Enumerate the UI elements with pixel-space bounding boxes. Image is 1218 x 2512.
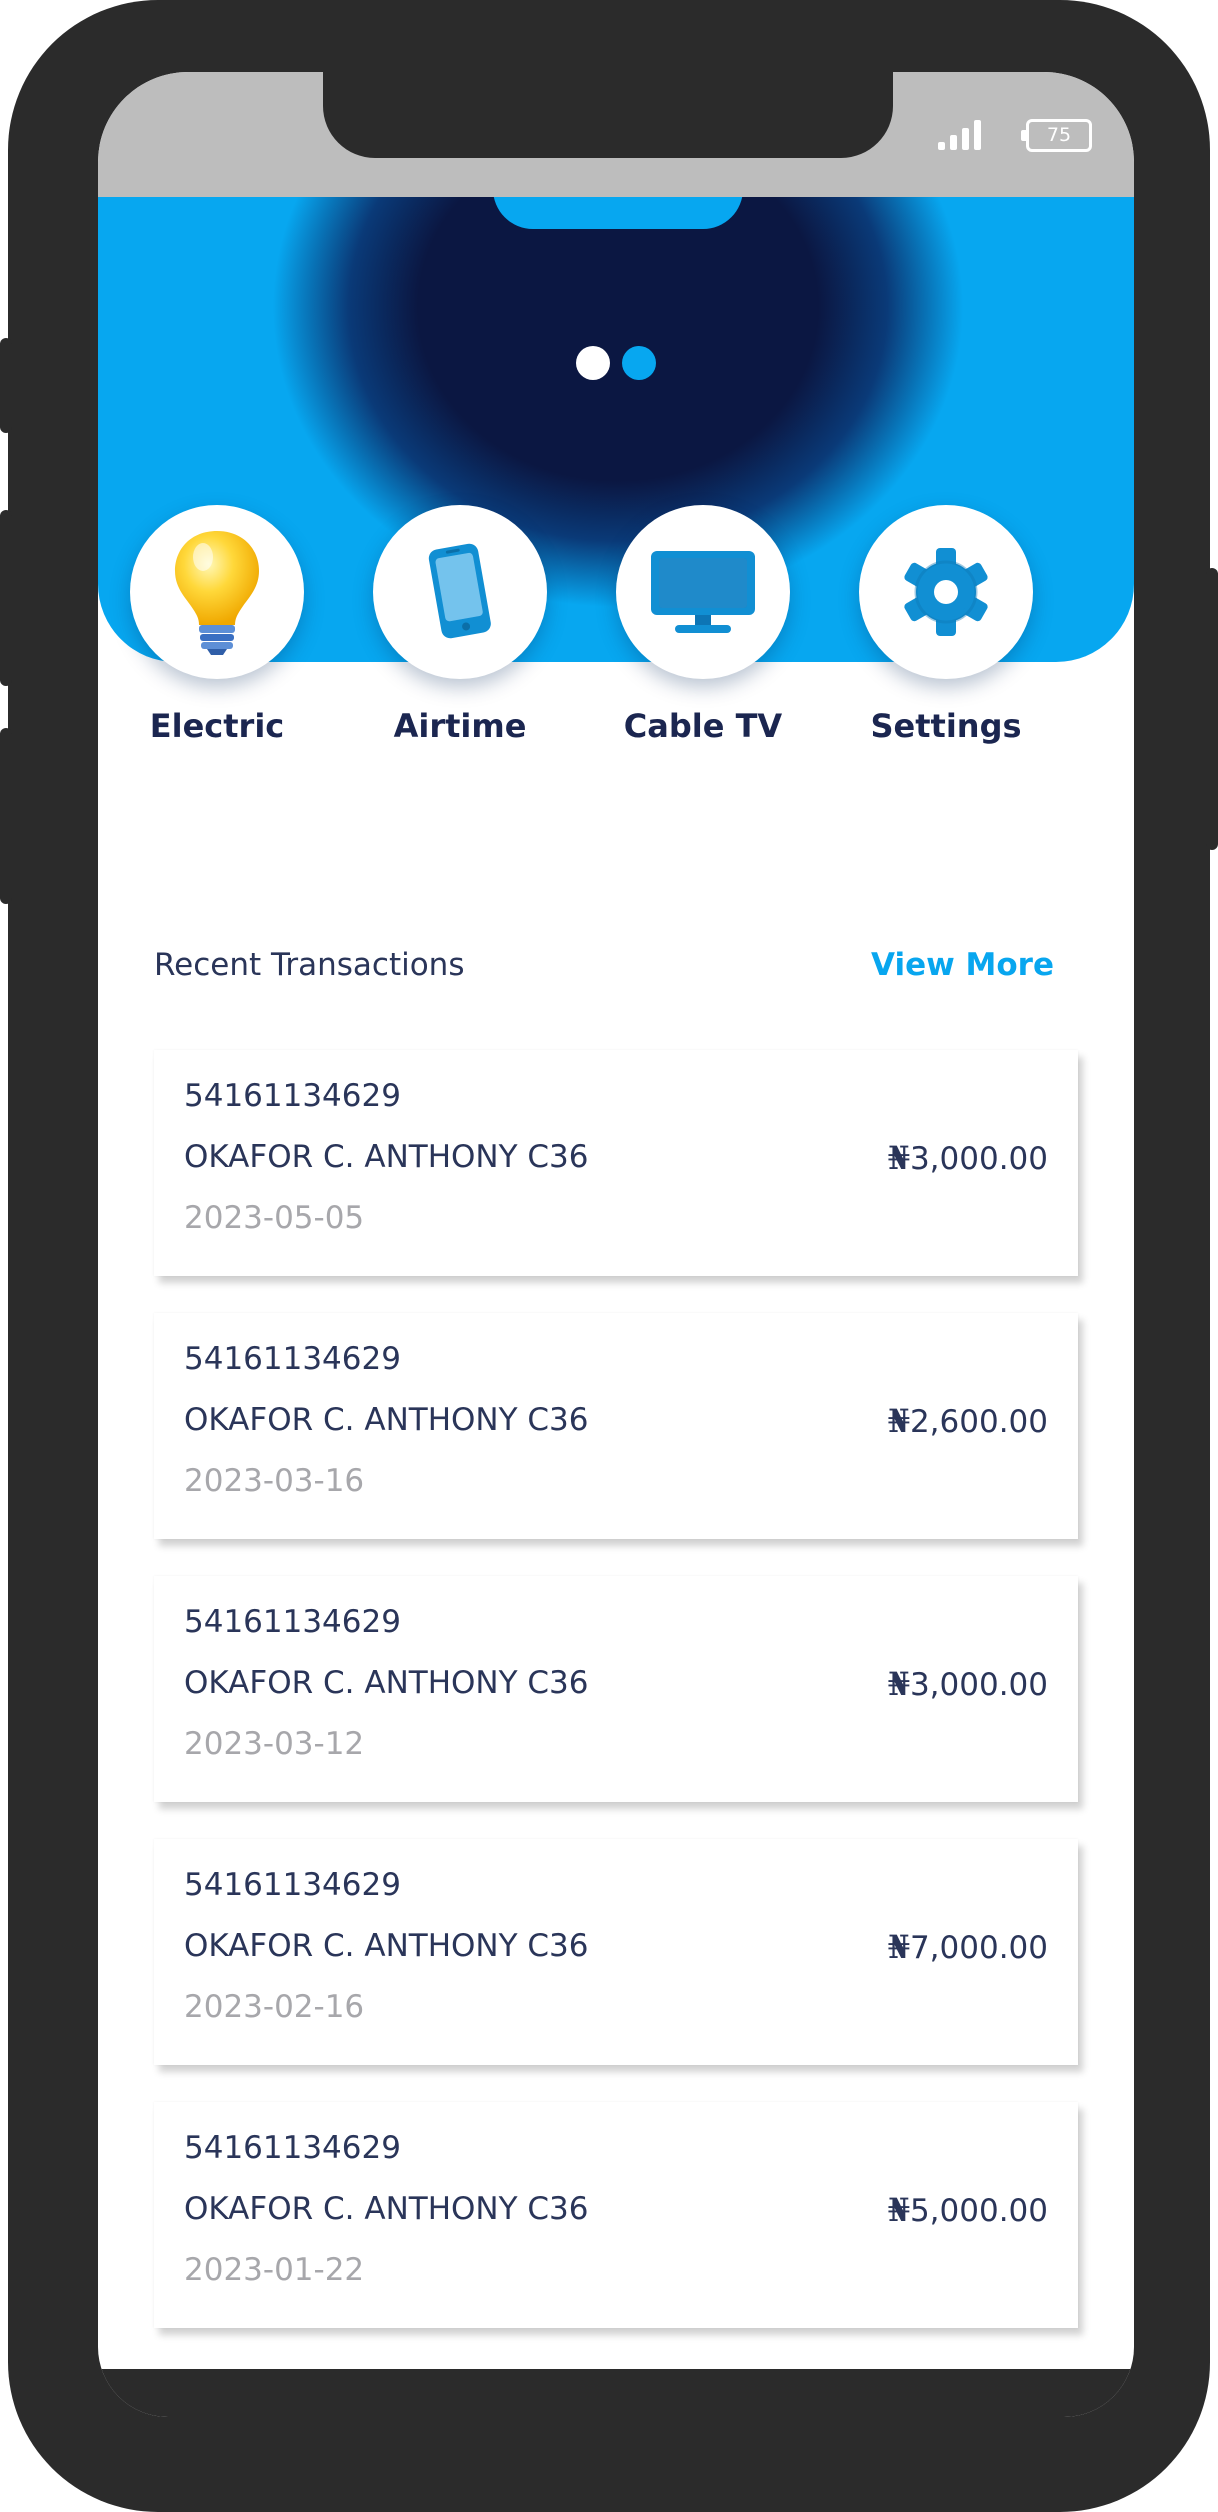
power-button — [1206, 568, 1218, 850]
naira-symbol: ₦ — [887, 2191, 910, 2229]
camera-notch — [323, 72, 893, 158]
service-airtime[interactable]: Airtime — [345, 505, 575, 745]
transaction-amount: ₦3,000.00 — [888, 1665, 1048, 1703]
account-number: 54161134629 — [184, 1604, 401, 1640]
amount-value: 3,000.00 — [909, 1667, 1048, 1703]
service-label: Electric — [149, 707, 285, 745]
customer-name: OKAFOR C. ANTHONY C36 — [184, 1139, 589, 1175]
customer-name: OKAFOR C. ANTHONY C36 — [184, 1928, 589, 1964]
account-number: 54161134629 — [184, 1341, 401, 1377]
service-circle[interactable] — [616, 505, 790, 679]
transaction-date: 2023-01-22 — [184, 2252, 365, 2288]
service-cable-tv[interactable]: Cable TV — [588, 505, 818, 745]
amount-value: 3,000.00 — [909, 1141, 1048, 1177]
transaction-date: 2023-05-05 — [184, 1200, 365, 1236]
account-number: 54161134629 — [184, 1078, 401, 1114]
amount-value: 2,600.00 — [909, 1404, 1048, 1440]
volume-up-button — [0, 510, 12, 686]
carousel-dot-active[interactable] — [622, 346, 656, 380]
gear-icon — [904, 548, 988, 636]
transaction-card[interactable]: 54161134629 OKAFOR C. ANTHONY C36 2023-0… — [154, 1839, 1078, 2065]
customer-name: OKAFOR C. ANTHONY C36 — [184, 1665, 589, 1701]
transaction-amount: ₦3,000.00 — [888, 1139, 1048, 1177]
phone-frame: 75 Electric Airtime Cable TV Settings Re… — [8, 0, 1210, 2512]
tv-monitor-icon — [651, 551, 755, 633]
naira-symbol: ₦ — [887, 1665, 910, 1703]
service-label: Airtime — [393, 707, 527, 745]
bottom-bezel — [98, 2369, 1134, 2417]
status-bar: 75 — [98, 72, 1134, 197]
customer-name: OKAFOR C. ANTHONY C36 — [184, 1402, 589, 1438]
services-row: Electric Airtime Cable TV Settings — [98, 505, 1134, 765]
volume-down-button — [0, 728, 12, 904]
naira-symbol: ₦ — [887, 1928, 910, 1966]
transaction-amount: ₦5,000.00 — [888, 2191, 1048, 2229]
account-number: 54161134629 — [184, 1867, 401, 1903]
hero-tab — [493, 197, 743, 229]
service-label: Settings — [870, 707, 1022, 745]
naira-symbol: ₦ — [887, 1139, 910, 1177]
view-more-link[interactable]: View More — [871, 947, 1054, 983]
service-circle[interactable] — [130, 505, 304, 679]
lightbulb-icon — [175, 531, 259, 655]
naira-symbol: ₦ — [887, 1402, 910, 1440]
transaction-card[interactable]: 54161134629 OKAFOR C. ANTHONY C36 2023-0… — [154, 2102, 1078, 2328]
transaction-amount: ₦7,000.00 — [888, 1928, 1048, 1966]
signal-icon — [938, 120, 984, 150]
amount-value: 5,000.00 — [909, 2193, 1048, 2229]
transaction-card[interactable]: 54161134629 OKAFOR C. ANTHONY C36 2023-0… — [154, 1313, 1078, 1539]
transactions-header: Recent Transactions View More — [154, 947, 1054, 1007]
transaction-date: 2023-03-12 — [184, 1726, 365, 1762]
transaction-amount: ₦2,600.00 — [888, 1402, 1048, 1440]
account-number: 54161134629 — [184, 2130, 401, 2166]
customer-name: OKAFOR C. ANTHONY C36 — [184, 2191, 589, 2227]
section-title: Recent Transactions — [154, 947, 465, 983]
service-circle[interactable] — [859, 505, 1033, 679]
service-label: Cable TV — [623, 707, 783, 745]
service-electric[interactable]: Electric — [102, 505, 332, 745]
transaction-date: 2023-03-16 — [184, 1463, 365, 1499]
amount-value: 7,000.00 — [909, 1930, 1048, 1966]
transaction-card[interactable]: 54161134629 OKAFOR C. ANTHONY C36 2023-0… — [154, 1576, 1078, 1802]
smartphone-icon — [428, 543, 491, 639]
battery-icon: 75 — [1021, 119, 1092, 152]
service-settings[interactable]: Settings — [831, 505, 1061, 745]
service-circle[interactable] — [373, 505, 547, 679]
app-screen: 75 Electric Airtime Cable TV Settings Re… — [98, 72, 1134, 2417]
transaction-date: 2023-02-16 — [184, 1989, 365, 2025]
transaction-card[interactable]: 54161134629 OKAFOR C. ANTHONY C36 2023-0… — [154, 1050, 1078, 1276]
carousel-dot[interactable] — [576, 346, 610, 380]
mute-switch — [0, 338, 12, 433]
